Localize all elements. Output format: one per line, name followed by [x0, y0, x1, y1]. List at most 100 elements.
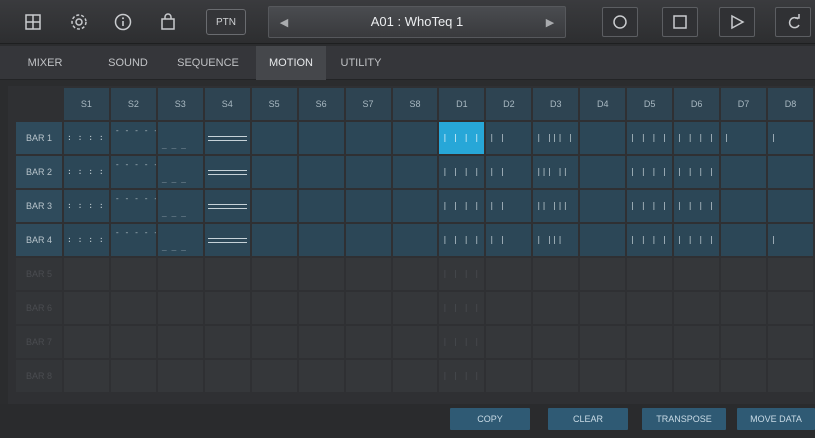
shop-bag-icon[interactable] — [157, 11, 179, 33]
grid-cell[interactable] — [580, 258, 626, 290]
grid-cell[interactable]: | — [768, 122, 813, 154]
grid-cell[interactable] — [580, 224, 626, 256]
grid-cell[interactable] — [392, 326, 438, 358]
pattern-name[interactable]: A01 : WhoTeq 1 — [299, 7, 535, 37]
grid-cell[interactable] — [204, 224, 250, 256]
grid-cell[interactable] — [110, 292, 156, 324]
grid-cell[interactable]: | | — [486, 122, 532, 154]
grid-cell[interactable] — [204, 292, 250, 324]
grid-cell[interactable] — [768, 258, 813, 290]
tab-sound[interactable]: SOUND — [90, 46, 166, 80]
grid-cell[interactable] — [298, 360, 344, 392]
grid-cell[interactable]: | | | | — [439, 224, 485, 256]
grid-cell[interactable] — [251, 156, 297, 188]
grid-cell[interactable]: | | | | — [439, 258, 485, 290]
grid-cell[interactable]: | | | | — [627, 122, 673, 154]
grid-cell[interactable] — [298, 190, 344, 222]
grid-cell[interactable] — [63, 360, 109, 392]
grid-cell[interactable]: | | | | — [674, 190, 720, 222]
tab-motion[interactable]: MOTION — [256, 46, 326, 80]
stop-button[interactable] — [662, 7, 698, 37]
grid-cell[interactable] — [204, 360, 250, 392]
grid-cell[interactable] — [298, 156, 344, 188]
grid-cell[interactable] — [533, 292, 579, 324]
grid-cell[interactable] — [251, 326, 297, 358]
tab-sequence[interactable]: SEQUENCE — [168, 46, 248, 80]
grid-cell[interactable] — [345, 258, 391, 290]
grid-cell[interactable] — [533, 360, 579, 392]
move-data-button[interactable]: MOVE DATA — [737, 408, 815, 430]
grid-cell[interactable] — [533, 326, 579, 358]
grid-cell[interactable] — [627, 258, 673, 290]
grid-cell[interactable]: _ _ _ — [157, 156, 203, 188]
grid-cell[interactable] — [110, 360, 156, 392]
grid-cell[interactable]: | | — [486, 156, 532, 188]
grid-cell[interactable] — [298, 224, 344, 256]
grid-cell[interactable] — [768, 156, 813, 188]
grid-cell[interactable]: | — [768, 224, 813, 256]
grid-cell[interactable] — [580, 292, 626, 324]
grid-cell[interactable]: _ _ _ — [157, 190, 203, 222]
grid-cell[interactable] — [298, 326, 344, 358]
grid-cell[interactable] — [157, 258, 203, 290]
grid-cell[interactable] — [298, 122, 344, 154]
record-button[interactable] — [602, 7, 638, 37]
grid-cell[interactable] — [580, 190, 626, 222]
grid-cell[interactable] — [298, 258, 344, 290]
grid-cell[interactable] — [627, 292, 673, 324]
grid-cell[interactable]: : : : : : — [63, 122, 109, 154]
grid-cell[interactable] — [627, 326, 673, 358]
tab-utility[interactable]: UTILITY — [334, 46, 388, 80]
grid-cell[interactable] — [157, 326, 203, 358]
grid-cell[interactable] — [768, 292, 813, 324]
grid-cell[interactable] — [204, 258, 250, 290]
layout-icon[interactable] — [22, 11, 44, 33]
grid-cell[interactable] — [721, 156, 767, 188]
grid-cell[interactable] — [768, 326, 813, 358]
grid-cell[interactable]: | | | | — [674, 156, 720, 188]
grid-cell[interactable] — [580, 156, 626, 188]
grid-cell[interactable] — [674, 258, 720, 290]
grid-cell[interactable] — [157, 292, 203, 324]
grid-cell[interactable] — [345, 122, 391, 154]
copy-button[interactable]: COPY — [450, 408, 530, 430]
grid-cell[interactable]: : : : : : — [63, 190, 109, 222]
previous-pattern-arrow-icon[interactable]: ◀ — [273, 7, 295, 37]
grid-cell[interactable]: | — [721, 122, 767, 154]
grid-cell[interactable]: | | | | — [439, 190, 485, 222]
grid-cell[interactable] — [486, 258, 532, 290]
grid-cell[interactable] — [486, 292, 532, 324]
grid-cell[interactable] — [674, 326, 720, 358]
grid-cell[interactable] — [721, 258, 767, 290]
grid-cell[interactable]: | | — [486, 190, 532, 222]
grid-cell[interactable] — [204, 122, 250, 154]
grid-cell[interactable] — [721, 360, 767, 392]
info-icon[interactable] — [112, 11, 134, 33]
grid-cell[interactable] — [674, 292, 720, 324]
grid-cell[interactable] — [345, 326, 391, 358]
grid-cell[interactable]: | | | | — [439, 326, 485, 358]
grid-cell[interactable] — [392, 360, 438, 392]
grid-cell[interactable] — [251, 122, 297, 154]
grid-cell[interactable] — [721, 224, 767, 256]
grid-cell[interactable]: | | | | — [439, 122, 485, 154]
grid-cell[interactable]: | | | | — [674, 122, 720, 154]
grid-cell[interactable]: | ||| || — [533, 122, 579, 154]
grid-cell[interactable]: | | | | — [439, 292, 485, 324]
grid-cell[interactable] — [721, 326, 767, 358]
grid-cell[interactable]: | | | | — [439, 360, 485, 392]
grid-cell[interactable] — [110, 258, 156, 290]
grid-cell[interactable] — [533, 258, 579, 290]
grid-cell[interactable] — [345, 156, 391, 188]
grid-cell[interactable] — [251, 190, 297, 222]
grid-cell[interactable] — [580, 326, 626, 358]
grid-cell[interactable]: : : : : : — [63, 156, 109, 188]
clear-button[interactable]: CLEAR — [548, 408, 628, 430]
pattern-button[interactable]: PTN — [206, 9, 246, 35]
grid-cell[interactable]: - - - - - — [110, 190, 156, 222]
grid-cell[interactable] — [110, 326, 156, 358]
grid-cell[interactable] — [298, 292, 344, 324]
grid-cell[interactable] — [674, 360, 720, 392]
grid-cell[interactable] — [768, 190, 813, 222]
grid-cell[interactable] — [580, 122, 626, 154]
